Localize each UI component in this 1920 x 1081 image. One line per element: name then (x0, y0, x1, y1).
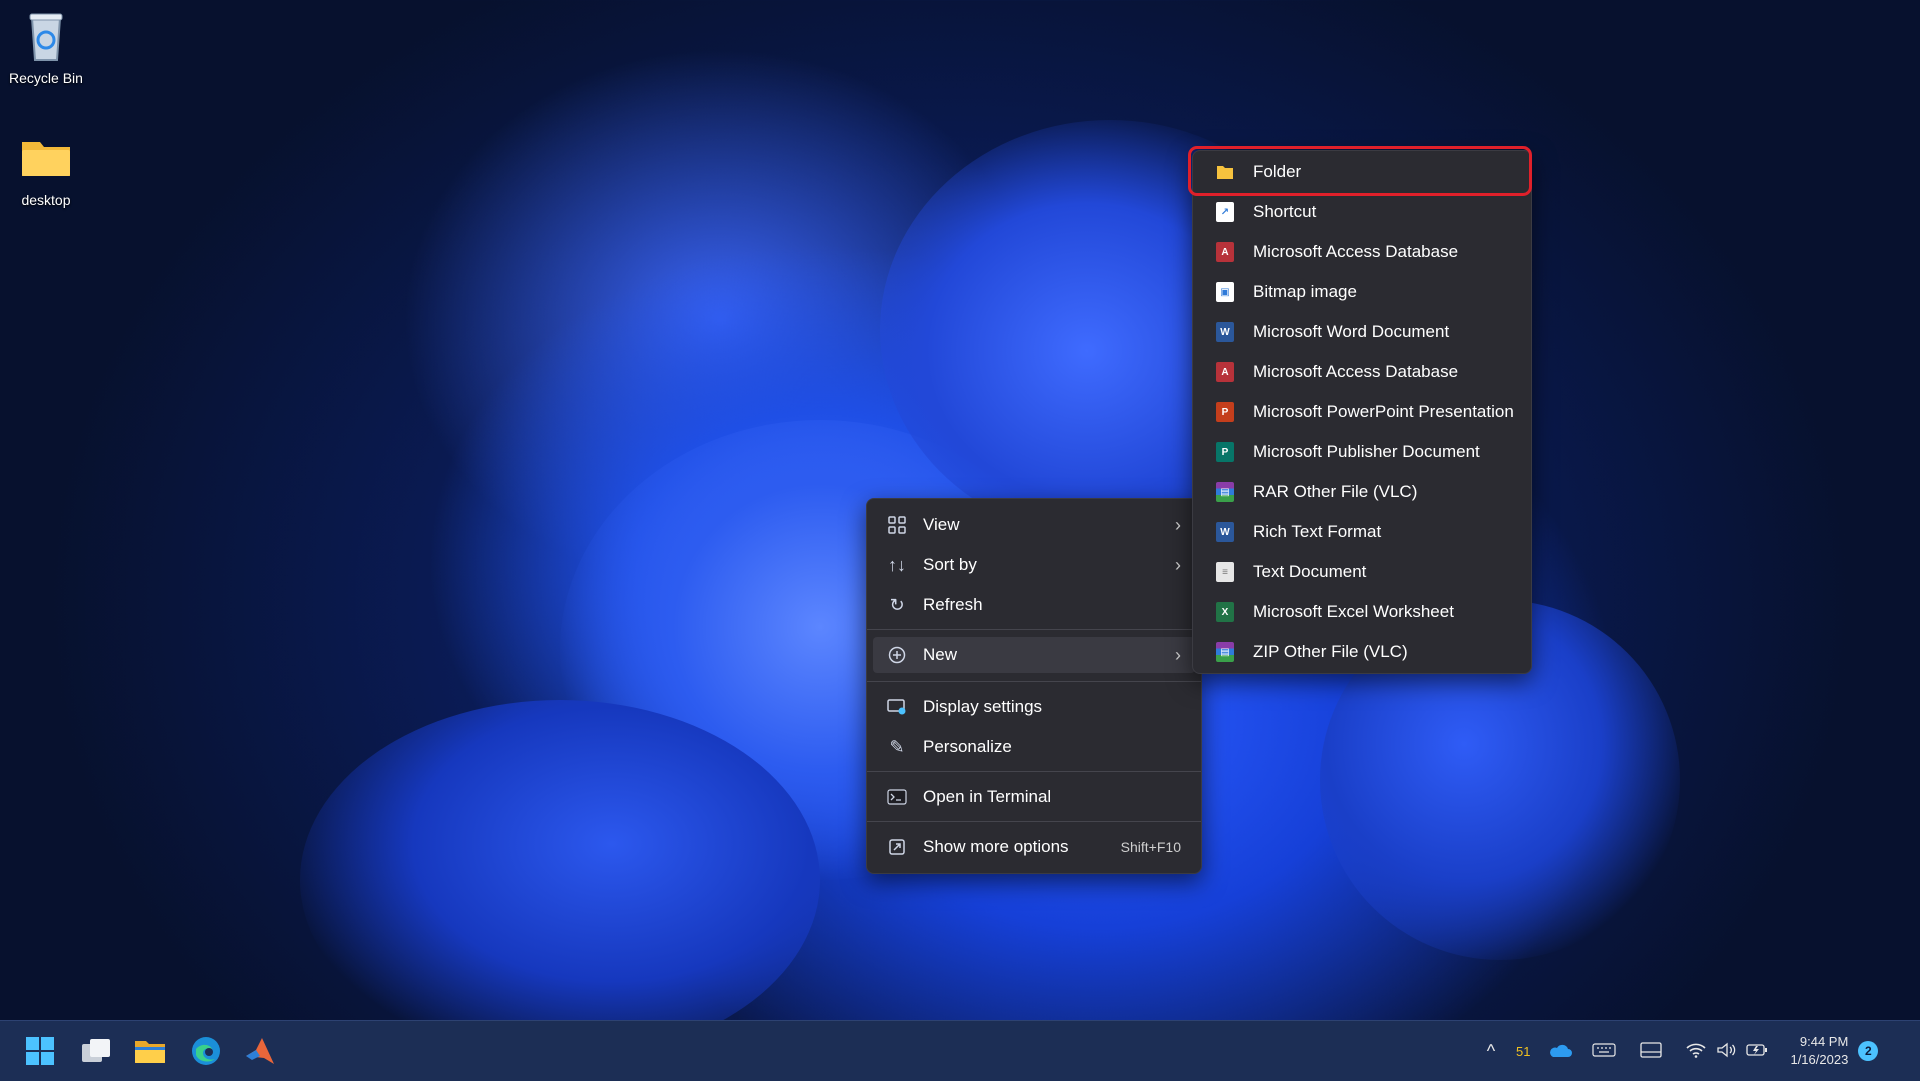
access-icon: A (1213, 240, 1237, 264)
shortcut-hint: Shift+F10 (1120, 839, 1181, 855)
clock-time: 9:44 PM (1799, 1034, 1849, 1049)
submenu-item-label: Text Document (1253, 562, 1367, 581)
menu-item-label: Open in Terminal (923, 787, 1052, 806)
word-icon: W (1213, 320, 1237, 344)
menu-item-label: New (923, 645, 958, 664)
submenu-item-label: Bitmap image (1253, 282, 1357, 301)
access-icon: A (1213, 360, 1237, 384)
submenu-item-label: Microsoft Publisher Document (1253, 442, 1480, 461)
submenu-item-rich-text-format[interactable]: W Rich Text Format (1199, 513, 1525, 551)
submenu-item-label: Microsoft Access Database (1253, 242, 1459, 261)
task-view-icon[interactable] (78, 1033, 114, 1069)
refresh-icon: ↻ (889, 594, 905, 615)
notification-badge[interactable]: 2 (1858, 1041, 1879, 1061)
plus-circle-icon (885, 643, 909, 667)
submenu-item-label: Microsoft PowerPoint Presentation (1253, 402, 1514, 421)
menu-item-view[interactable]: View › (873, 507, 1195, 543)
folder-icon (18, 130, 74, 186)
volume-icon[interactable] (1716, 1042, 1736, 1061)
submenu-item-shortcut[interactable]: ↗ Shortcut (1199, 193, 1525, 231)
submenu-item-label: Shortcut (1253, 202, 1317, 221)
matlab-icon[interactable] (242, 1033, 278, 1069)
sort-icon: ↑↓ (888, 554, 906, 575)
submenu-item-label: ZIP Other File (VLC) (1253, 642, 1408, 661)
desktop-icon-recycle-bin[interactable]: Recycle Bin (0, 8, 92, 86)
wallpaper-bloom (300, 700, 820, 1060)
menu-item-show-more-options[interactable]: Show more options Shift+F10 (873, 829, 1195, 865)
keyboard-icon[interactable] (1592, 1042, 1617, 1061)
submenu-item-excel-worksheet[interactable]: X Microsoft Excel Worksheet (1199, 593, 1525, 631)
desktop-icon-label: Recycle Bin (9, 70, 83, 86)
recycle-bin-icon (18, 8, 74, 64)
submenu-item-rar-file[interactable]: ▤ RAR Other File (VLC) (1199, 473, 1525, 511)
submenu-item-powerpoint-presentation[interactable]: P Microsoft PowerPoint Presentation (1199, 393, 1525, 431)
menu-item-label: Show more options (923, 837, 1069, 856)
menu-item-refresh[interactable]: ↻ Refresh (873, 587, 1195, 623)
start-icon[interactable] (22, 1033, 58, 1069)
text-doc-icon: ≡ (1213, 560, 1237, 584)
temperature-badge[interactable]: 51 (1516, 1044, 1530, 1059)
excel-icon: X (1213, 600, 1237, 624)
grid-icon (885, 513, 909, 537)
desktop-icon-folder[interactable]: desktop (0, 130, 92, 208)
clock[interactable]: 9:44 PM 1/16/2023 (1790, 1033, 1848, 1069)
submenu-item-label: Microsoft Excel Worksheet (1253, 602, 1454, 621)
menu-item-label: Refresh (923, 595, 983, 614)
file-explorer-icon[interactable] (132, 1033, 168, 1069)
menu-item-display-settings[interactable]: Display settings (873, 689, 1195, 725)
rar-icon: ▤ (1213, 480, 1237, 504)
menu-item-open-in-terminal[interactable]: Open in Terminal (873, 779, 1195, 815)
chevron-right-icon: › (1175, 554, 1181, 575)
pen-icon: ✎ (889, 736, 905, 757)
rtf-icon: W (1213, 520, 1237, 544)
publisher-icon: P (1213, 440, 1237, 464)
taskbar: ^ 51 9:44 PM 1/16/2023 2 (0, 1020, 1920, 1081)
desktop-context-menu: View › ↑↓ Sort by › ↻ Refresh New › Disp… (866, 498, 1202, 874)
bitmap-icon: ▣ (1213, 280, 1237, 304)
submenu-item-word-document[interactable]: W Microsoft Word Document (1199, 313, 1525, 351)
menu-item-sort-by[interactable]: ↑↓ Sort by › (873, 547, 1195, 583)
submenu-item-publisher-document[interactable]: P Microsoft Publisher Document (1199, 433, 1525, 471)
zip-icon: ▤ (1213, 640, 1237, 664)
submenu-item-label: Rich Text Format (1253, 522, 1382, 541)
menu-item-label: Personalize (923, 737, 1012, 756)
submenu-item-text-document[interactable]: ≡ Text Document (1199, 553, 1525, 591)
powerpoint-icon: P (1213, 400, 1237, 424)
new-submenu: Folder ↗ Shortcut A Microsoft Access Dat… (1192, 150, 1532, 674)
battery-icon[interactable] (1746, 1042, 1768, 1061)
menu-item-personalize[interactable]: ✎ Personalize (873, 729, 1195, 765)
highlight-annotation (1188, 146, 1532, 196)
submenu-item-bitmap-image[interactable]: ▣ Bitmap image (1199, 273, 1525, 311)
submenu-item-access-database-2[interactable]: A Microsoft Access Database (1199, 353, 1525, 391)
desktop-icon-label: desktop (21, 192, 71, 208)
system-tray: ^ 51 9:44 PM 1/16/2023 2 (1476, 1021, 1879, 1081)
menu-item-label: Display settings (923, 697, 1043, 716)
menu-item-new[interactable]: New › (873, 637, 1195, 673)
menu-separator (867, 629, 1201, 630)
display-icon (885, 695, 909, 719)
submenu-item-zip-file[interactable]: ▤ ZIP Other File (VLC) (1199, 633, 1525, 671)
menu-item-label: View (923, 515, 960, 534)
wifi-icon[interactable] (1686, 1042, 1707, 1061)
terminal-icon (885, 785, 909, 809)
clock-date: 1/16/2023 (1790, 1052, 1849, 1067)
submenu-item-access-database[interactable]: A Microsoft Access Database (1199, 233, 1525, 271)
tablet-mode-icon[interactable] (1640, 1041, 1663, 1062)
edge-icon[interactable] (188, 1033, 224, 1069)
menu-item-label: Sort by (923, 555, 977, 574)
submenu-item-label: RAR Other File (VLC) (1253, 482, 1418, 501)
shortcut-icon: ↗ (1213, 200, 1237, 224)
chevron-right-icon: › (1175, 514, 1181, 535)
chevron-up-icon[interactable]: ^ (1476, 1041, 1506, 1062)
onedrive-icon[interactable] (1548, 1042, 1573, 1061)
submenu-item-label: Microsoft Access Database (1253, 362, 1459, 381)
chevron-right-icon: › (1175, 644, 1181, 665)
menu-separator (867, 681, 1201, 682)
expand-icon (885, 835, 909, 859)
submenu-item-label: Microsoft Word Document (1253, 322, 1450, 341)
menu-separator (867, 771, 1201, 772)
menu-separator (867, 821, 1201, 822)
